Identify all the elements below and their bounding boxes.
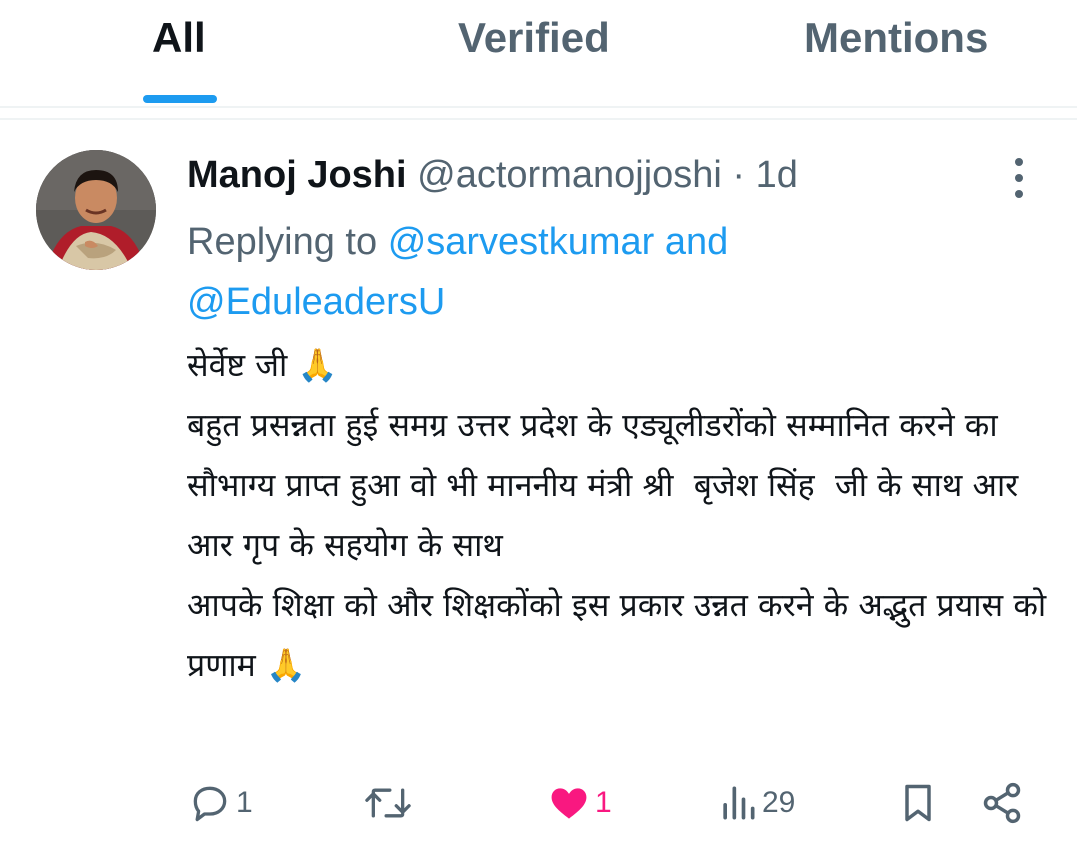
tweet-text: सेर्वेष्ट जी 🙏 बहुत प्रसन्नता हुई समग्र … [187,346,1047,684]
share-icon [983,782,1021,824]
bookmark-button[interactable] [898,778,938,828]
tweet-header: Manoj Joshi @actormanojjoshi · 1d [187,150,798,200]
bookmark-icon [905,784,931,822]
heart-icon [551,788,587,819]
like-count: 1 [595,786,612,819]
active-tab-indicator [143,95,217,103]
tweet[interactable]: Manoj Joshi @actormanojjoshi · 1d Replyi… [0,118,1077,862]
timeline-tabs: All Verified Mentions [0,0,1077,108]
retweet-button[interactable] [362,778,418,828]
views-count: 29 [762,786,796,819]
tweet-time[interactable]: 1d [756,154,798,196]
reply-count: 1 [236,786,253,819]
tab-verified[interactable]: Verified [458,14,610,64]
tab-all[interactable]: All [152,14,206,64]
tab-mentions[interactable]: Mentions [804,14,988,64]
mention-eduleadersu[interactable]: @EduleadersU [187,281,445,323]
author-name[interactable]: Manoj Joshi [187,154,407,196]
replying-and: and [664,221,729,263]
share-button[interactable] [980,778,1024,828]
tweet-actions: 1 1 29 [0,770,1077,840]
reply-button[interactable]: 1 [188,778,253,828]
mention-sarvestkumar[interactable]: @sarvestkumar [388,221,655,263]
separator-dot: · [732,154,746,196]
replying-prefix: Replying to [187,221,378,263]
views-icon [723,786,755,820]
avatar-image [36,150,156,270]
author-handle[interactable]: @actormanojjoshi [417,154,722,196]
retweet-icon [365,788,411,818]
reply-icon [193,786,227,822]
replying-to: Replying to @sarvestkumar and @Eduleader… [187,212,987,332]
like-button[interactable]: 1 [547,778,612,828]
more-icon[interactable] [1004,156,1034,200]
views-button[interactable]: 29 [718,778,795,828]
avatar[interactable] [36,150,156,270]
